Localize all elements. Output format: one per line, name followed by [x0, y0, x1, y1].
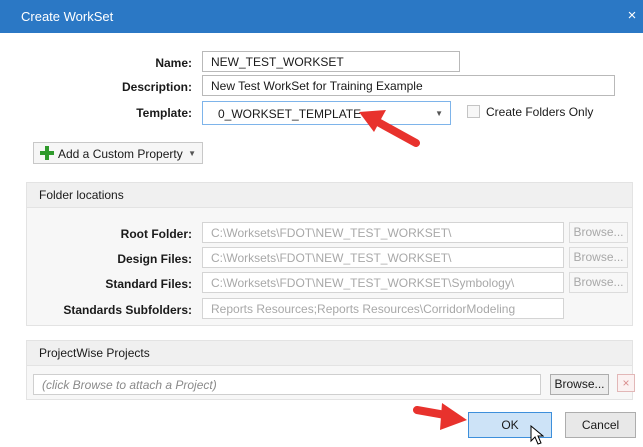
projectwise-projects-title: ProjectWise Projects: [39, 346, 150, 360]
description-input[interactable]: New Test WorkSet for Training Example: [202, 75, 615, 96]
template-pointer-arrow-icon: [359, 110, 420, 147]
chevron-down-icon: ▼: [188, 149, 196, 158]
description-label: Description:: [121, 80, 192, 94]
name-label: Name:: [155, 56, 192, 70]
projectwise-browse-button[interactable]: Browse...: [550, 374, 609, 395]
standard-files-label: Standard Files:: [105, 277, 192, 291]
folder-locations-header: Folder locations: [26, 182, 633, 208]
standards-subfolders-field: Reports Resources;Reports Resources\Corr…: [202, 298, 564, 319]
template-label: Template:: [136, 106, 192, 120]
standard-files-browse-button[interactable]: Browse...: [569, 272, 628, 293]
window-title: Create WorkSet: [21, 9, 114, 24]
template-value: 0_WORKSET_TEMPLATE: [218, 107, 362, 121]
standard-files-field: C:\Worksets\FDOT\NEW_TEST_WORKSET\Symbol…: [202, 272, 564, 293]
name-input[interactable]: NEW_TEST_WORKSET: [202, 51, 460, 72]
standards-subfolders-label: Standards Subfolders:: [63, 303, 192, 317]
root-folder-field: C:\Worksets\FDOT\NEW_TEST_WORKSET\: [202, 222, 564, 243]
title-bar: Create WorkSet ×: [0, 0, 643, 33]
mouse-cursor-icon: [530, 425, 544, 445]
add-custom-property-label: Add a Custom Property: [58, 147, 183, 161]
projectwise-projects-header: ProjectWise Projects: [26, 340, 633, 366]
projectwise-project-field[interactable]: (click Browse to attach a Project): [33, 374, 541, 395]
cancel-button[interactable]: Cancel: [565, 412, 636, 438]
design-files-field: C:\Worksets\FDOT\NEW_TEST_WORKSET\: [202, 247, 564, 268]
plus-icon: [40, 146, 54, 160]
root-folder-browse-button[interactable]: Browse...: [569, 222, 628, 243]
folder-locations-title: Folder locations: [39, 188, 124, 202]
close-icon[interactable]: ×: [622, 6, 642, 26]
root-folder-label: Root Folder:: [120, 227, 192, 241]
create-folders-only-checkbox[interactable]: [467, 105, 480, 118]
design-files-browse-button[interactable]: Browse...: [569, 247, 628, 268]
chevron-down-icon: ▼: [435, 109, 443, 118]
ok-pointer-arrow-icon: [413, 403, 467, 430]
design-files-label: Design Files:: [117, 252, 192, 266]
remove-project-icon[interactable]: ×: [617, 374, 635, 392]
create-folders-only-label: Create Folders Only: [486, 105, 594, 119]
add-custom-property-button[interactable]: Add a Custom Property ▼: [33, 142, 203, 164]
